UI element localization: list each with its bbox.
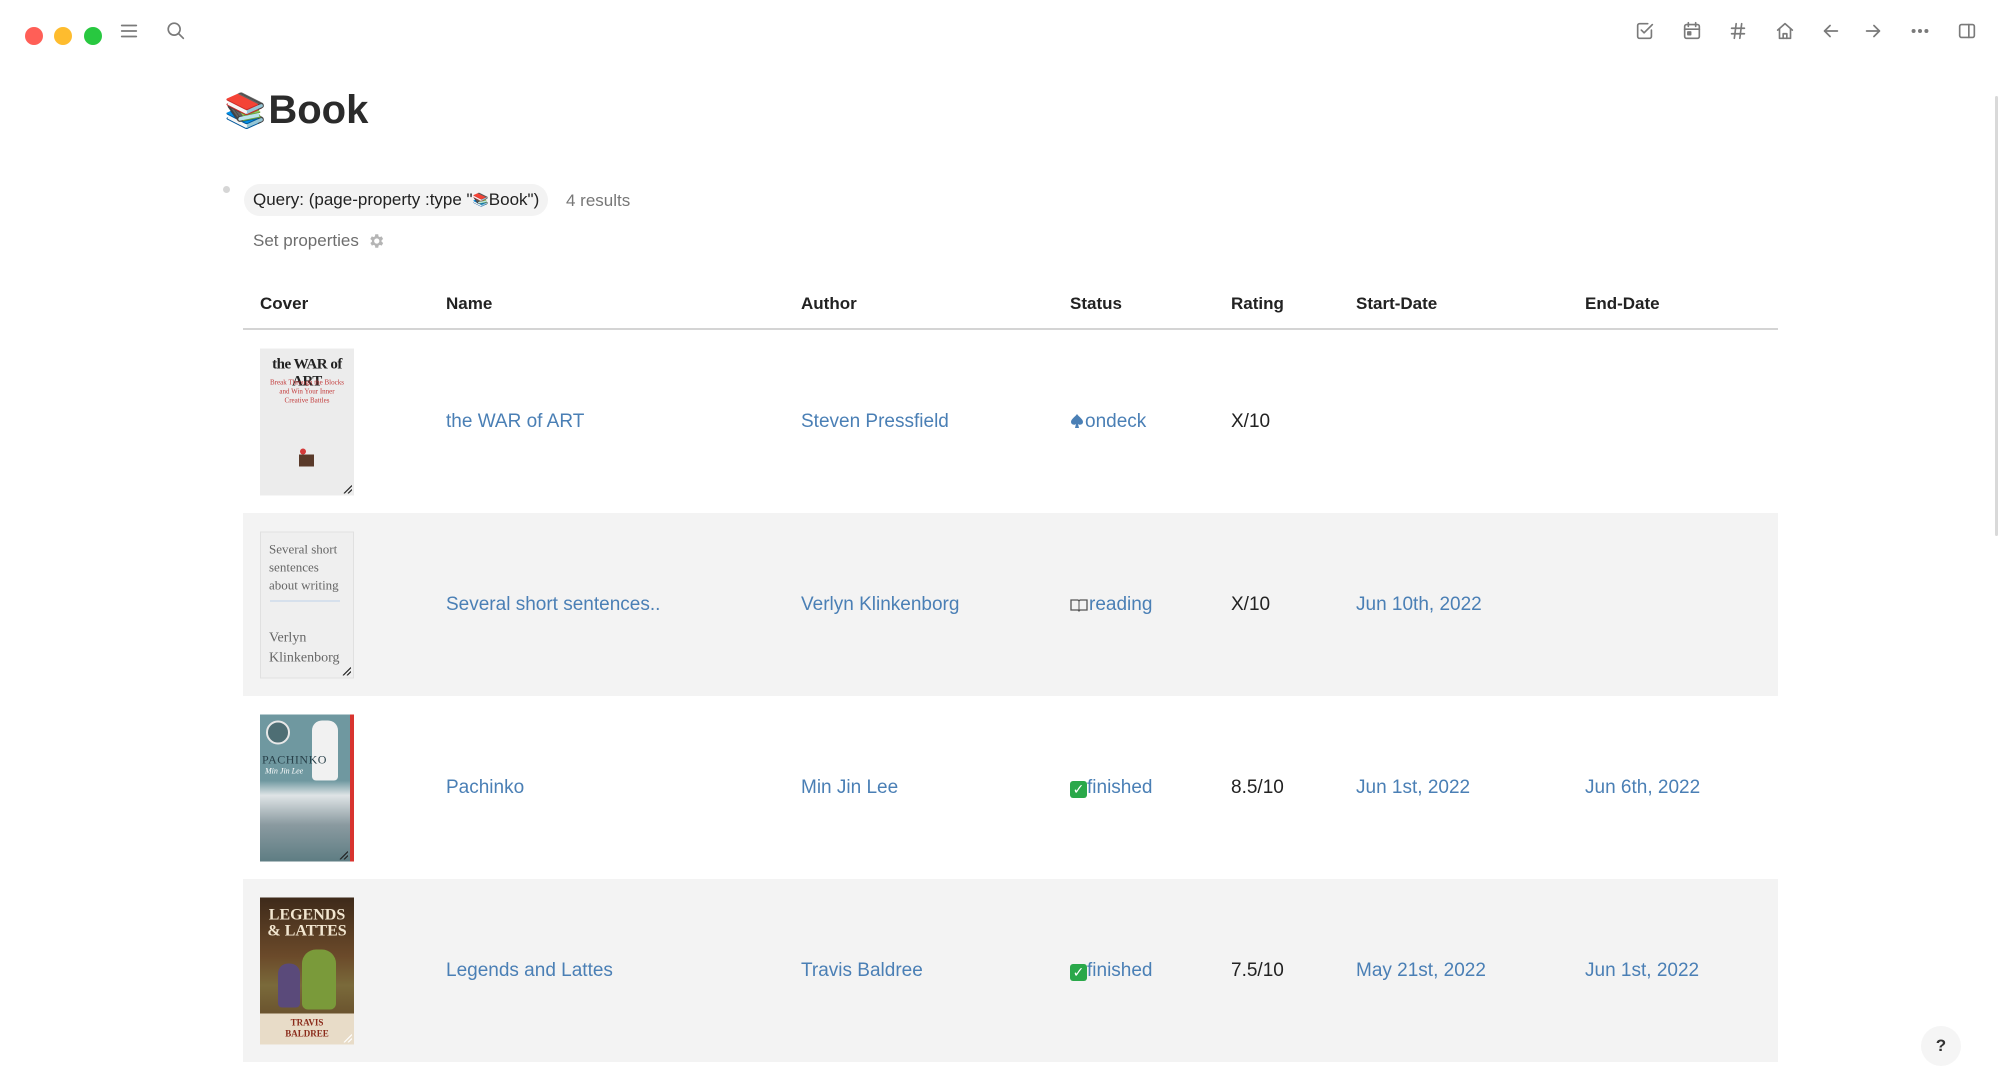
author-link[interactable]: Steven Pressfield (801, 411, 949, 433)
page-title-text: Book (268, 88, 369, 132)
table-row: the WAR of ART Break Through the Blocks … (243, 330, 1778, 513)
book-name-link[interactable]: the WAR of ART (446, 411, 584, 433)
end-date-link[interactable]: Jun 1st, 2022 (1585, 960, 1699, 982)
sidebar-toggle-icon[interactable] (1952, 16, 1982, 46)
status-link[interactable]: reading (1070, 594, 1152, 616)
back-arrow-icon[interactable] (1816, 16, 1846, 46)
status-text: finished (1087, 776, 1153, 798)
rating-value: X/10 (1231, 593, 1271, 615)
window-minimize-button[interactable] (54, 27, 72, 45)
window-close-button[interactable] (25, 27, 43, 45)
cover-subtitle: Min Jin Lee (265, 766, 304, 775)
search-icon[interactable] (161, 16, 191, 46)
query-title[interactable]: Query: (page-property :type " 📚 Book") (244, 184, 549, 216)
start-date-link[interactable]: Jun 10th, 2022 (1356, 594, 1482, 616)
cover-title: LEGENDS & LATTES (267, 906, 347, 939)
resize-handle[interactable] (342, 483, 352, 493)
resize-handle[interactable] (338, 849, 348, 859)
column-header-cover[interactable]: Cover (260, 294, 308, 314)
top-bar (0, 0, 2000, 64)
help-button[interactable]: ? (1921, 1026, 1961, 1066)
results-count: 4 results (566, 191, 631, 210)
start-date-link[interactable]: Jun 1st, 2022 (1356, 777, 1470, 799)
cover-subtitle: Verlyn Klinkenborg (269, 630, 340, 665)
status-link[interactable]: ondeck (1070, 411, 1146, 433)
books-emoji-icon: 📚 (472, 192, 489, 207)
rating-value: 8.5/10 (1231, 776, 1284, 798)
table-row: PACHINKO Min Jin Lee Pachinko Min Jin Le… (243, 696, 1778, 879)
check-mark-icon: ✓ (1070, 780, 1087, 798)
forward-arrow-icon[interactable] (1858, 16, 1888, 46)
books-emoji-icon: 📚 (224, 91, 267, 130)
cover-subtitle: TRAVIS BALDREE (285, 1017, 329, 1038)
column-header-end-date[interactable]: End-Date (1585, 294, 1660, 314)
open-book-icon (1070, 598, 1088, 612)
home-icon[interactable] (1770, 16, 1800, 46)
column-header-rating[interactable]: Rating (1231, 294, 1284, 314)
table-header: Cover Name Author Status Rating Start-Da… (243, 280, 1778, 330)
book-name-link[interactable]: Legends and Lattes (446, 960, 613, 982)
book-cover-image[interactable]: Several short sentences about writing Ve… (260, 531, 354, 678)
resize-handle[interactable] (342, 1032, 352, 1042)
status-text: reading (1089, 593, 1153, 615)
status-text: finished (1087, 959, 1153, 981)
table-row: LEGENDS & LATTES TRAVIS BALDREE Legends … (243, 879, 1778, 1062)
check-mark-icon: ✓ (1070, 963, 1087, 981)
book-cover-image[interactable]: the WAR of ART Break Through the Blocks … (260, 348, 354, 495)
column-header-status[interactable]: Status (1070, 294, 1122, 314)
column-header-name[interactable]: Name (446, 294, 492, 314)
rating-value: 7.5/10 (1231, 959, 1284, 981)
more-icon[interactable] (1905, 16, 1935, 46)
status-link[interactable]: ✓ finished (1070, 777, 1153, 799)
set-properties-button[interactable]: Set properties (253, 231, 385, 251)
table-row: Several short sentences about writing Ve… (243, 513, 1778, 696)
spade-icon (1071, 413, 1083, 428)
window-maximize-button[interactable] (84, 27, 102, 45)
author-link[interactable]: Travis Baldree (801, 960, 923, 982)
rating-value: X/10 (1231, 410, 1271, 432)
set-properties-label: Set properties (253, 231, 359, 250)
resize-handle[interactable] (341, 665, 351, 675)
book-cover-image[interactable]: PACHINKO Min Jin Lee (260, 714, 354, 861)
calendar-icon[interactable] (1677, 16, 1707, 46)
book-name-link[interactable]: Pachinko (446, 777, 524, 799)
hashtag-icon[interactable] (1723, 16, 1753, 46)
status-link[interactable]: ✓ finished (1070, 960, 1153, 982)
page-title: 📚 Book (224, 88, 368, 133)
gear-icon (370, 234, 384, 248)
status-text: ondeck (1085, 410, 1147, 432)
query-text: Query: (page-property :type " (253, 190, 473, 209)
book-cover-image[interactable]: LEGENDS & LATTES TRAVIS BALDREE (260, 897, 354, 1044)
author-link[interactable]: Min Jin Lee (801, 777, 898, 799)
menu-icon[interactable] (114, 16, 144, 46)
column-header-author[interactable]: Author (801, 294, 857, 314)
end-date-link[interactable]: Jun 6th, 2022 (1585, 777, 1700, 799)
cover-subtitle: Break Through the Blocks and Win Your In… (270, 378, 344, 404)
book-name-link[interactable]: Several short sentences.. (446, 594, 660, 616)
cover-title: Several short sentences about writing (269, 541, 339, 592)
cover-title: PACHINKO (262, 752, 327, 766)
query-text-end: Book") (488, 190, 540, 209)
scrollbar[interactable] (1995, 96, 1998, 536)
block-bullet[interactable] (223, 186, 230, 193)
todo-check-icon[interactable] (1630, 16, 1660, 46)
column-header-start-date[interactable]: Start-Date (1356, 294, 1437, 314)
query-results-table: Cover Name Author Status Rating Start-Da… (243, 280, 1778, 1062)
start-date-link[interactable]: May 21st, 2022 (1356, 960, 1486, 982)
author-link[interactable]: Verlyn Klinkenborg (801, 594, 959, 616)
